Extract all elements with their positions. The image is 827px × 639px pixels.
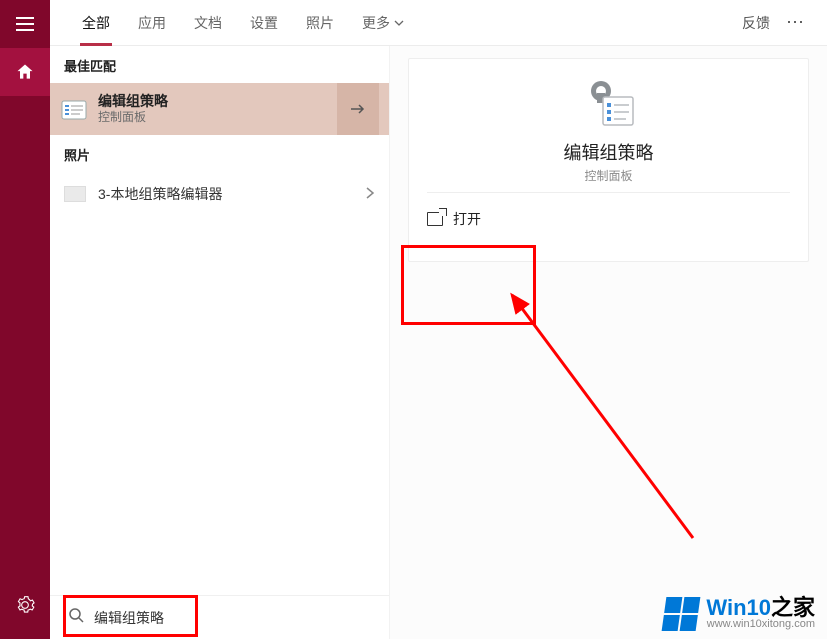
- photos-header: 照片: [50, 135, 389, 172]
- settings-button[interactable]: [0, 581, 50, 629]
- search-bar[interactable]: 编辑组策略: [50, 595, 389, 639]
- detail-title: 编辑组策略: [409, 139, 808, 165]
- tab-photos[interactable]: 照片: [292, 0, 348, 46]
- hamburger-button[interactable]: [0, 0, 50, 48]
- filter-tabs: 全部 应用 文档 设置 照片 更多 反馈 ⋯: [50, 0, 827, 46]
- hamburger-icon: [16, 17, 34, 31]
- tab-apps[interactable]: 应用: [124, 0, 180, 46]
- photo-result-item[interactable]: 3-本地组策略编辑器: [50, 172, 389, 216]
- overflow-menu[interactable]: ⋯: [782, 12, 809, 33]
- best-match-title: 编辑组策略: [98, 92, 337, 110]
- tab-more-label: 更多: [362, 0, 390, 46]
- best-match-item[interactable]: 编辑组策略 控制面板: [50, 83, 389, 135]
- tab-docs[interactable]: 文档: [180, 0, 236, 46]
- open-label: 打开: [453, 209, 481, 229]
- start-sidebar: [0, 0, 50, 639]
- tab-settings[interactable]: 设置: [236, 0, 292, 46]
- open-action[interactable]: 打开: [409, 193, 808, 249]
- open-icon: [427, 212, 443, 226]
- photo-result-title: 3-本地组策略编辑器: [98, 184, 365, 204]
- expand-details-button[interactable]: [337, 83, 379, 135]
- gear-icon: [15, 595, 35, 615]
- results-column: 最佳匹配 编辑组策略 控制面板 照片 3-本地组策略编辑器: [50, 46, 390, 639]
- best-match-subtitle: 控制面板: [98, 110, 337, 126]
- search-icon: [68, 607, 84, 628]
- feedback-link[interactable]: 反馈: [742, 13, 770, 33]
- home-icon: [15, 62, 35, 82]
- detail-subtitle: 控制面板: [409, 167, 808, 184]
- image-thumb-icon: [64, 186, 86, 202]
- chevron-down-icon: [394, 18, 404, 28]
- best-match-header: 最佳匹配: [50, 46, 389, 83]
- arrow-right-icon: [349, 100, 367, 118]
- gpedit-large-icon: [581, 77, 637, 129]
- gpedit-icon: [60, 95, 88, 123]
- chevron-right-icon: [365, 186, 375, 203]
- home-button[interactable]: [0, 48, 50, 96]
- search-panel: 全部 应用 文档 设置 照片 更多 反馈 ⋯ 最佳匹配 编辑组策略 控制面板: [50, 0, 827, 639]
- tab-more[interactable]: 更多: [348, 0, 418, 46]
- tab-all[interactable]: 全部: [68, 0, 124, 46]
- detail-card: 编辑组策略 控制面板 打开: [408, 58, 809, 262]
- search-input-value: 编辑组策略: [94, 608, 164, 628]
- detail-pane: 编辑组策略 控制面板 打开: [390, 46, 827, 639]
